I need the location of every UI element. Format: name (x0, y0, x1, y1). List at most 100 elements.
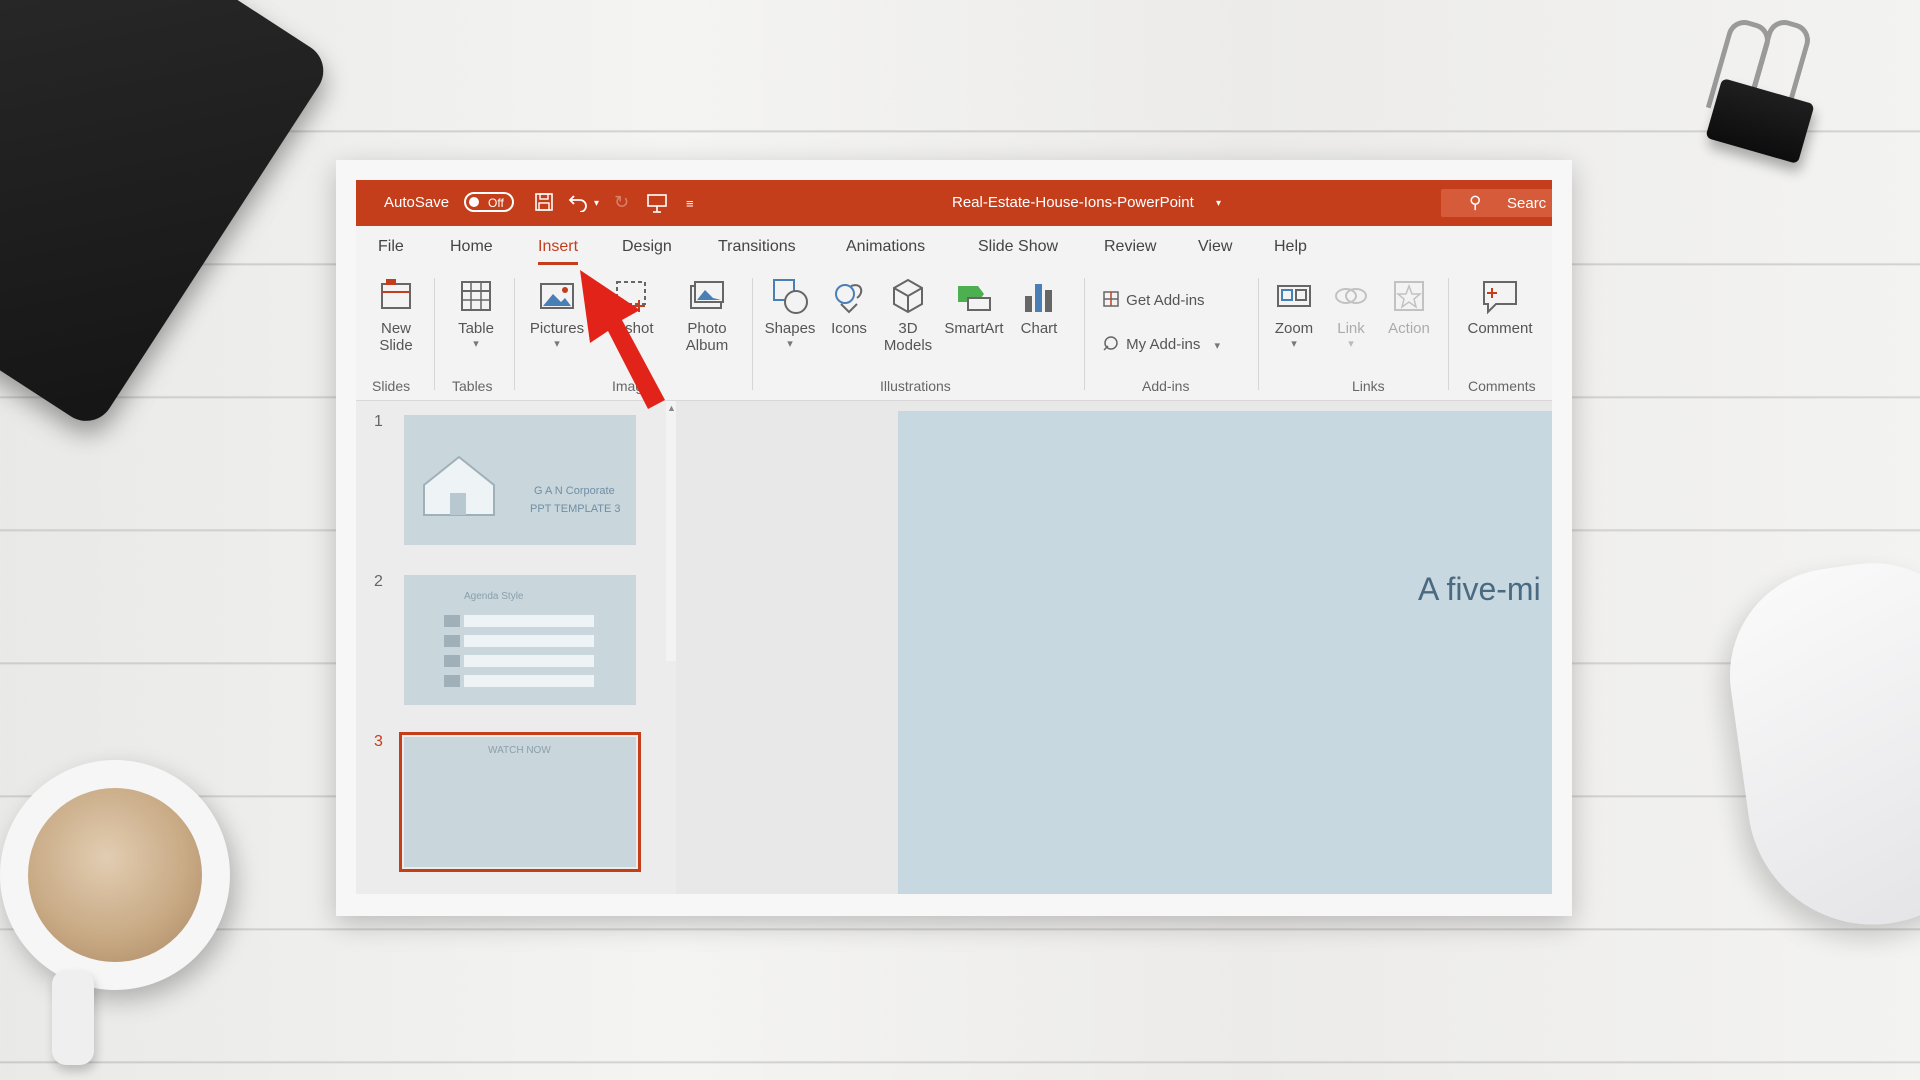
tab-insert[interactable]: Insert (538, 238, 579, 265)
tab-help[interactable]: Help (1274, 238, 1307, 256)
tab-design[interactable]: Design (622, 238, 672, 256)
chart-label: Chart (1020, 320, 1058, 337)
table-button[interactable]: Table ▾ (446, 276, 506, 350)
undo-dropdown-icon[interactable]: ▾ (594, 198, 599, 209)
shapes-icon (773, 279, 808, 314)
addins-icon (1102, 334, 1122, 356)
group-comments-label: Comments (1468, 378, 1536, 394)
shapes-button[interactable]: Shapes ▾ (760, 276, 820, 350)
my-addins-label: My Add-ins (1126, 335, 1201, 353)
autosave-label: AutoSave (384, 194, 450, 211)
save-icon[interactable] (534, 192, 554, 217)
slide-1-line-2: PPT TEMPLATE 3 (530, 503, 621, 515)
slide-thumbnail-3[interactable]: WATCH NOW (399, 732, 641, 872)
search-label: Searc (1507, 195, 1547, 212)
icons-button[interactable]: Icons (822, 276, 876, 337)
get-addins-label: Get Add-ins (1126, 291, 1205, 309)
tab-view[interactable]: View (1198, 238, 1232, 256)
comment-icon (1483, 281, 1517, 315)
zoom-icon (1277, 285, 1311, 307)
chevron-down-icon: ▾ (1291, 338, 1297, 350)
autosave-state: Off (488, 196, 504, 210)
title-bar: AutoSave Off ▾ ↻ ≡ Real-Estate-House-Ion… (356, 180, 1552, 226)
slide-canvas[interactable]: A five-mi (898, 411, 1552, 894)
search-box[interactable]: ⚲ Searc (1441, 189, 1552, 217)
icons-icon (835, 284, 863, 314)
tab-review[interactable]: Review (1104, 238, 1156, 256)
chart-button[interactable]: Chart (1012, 276, 1066, 337)
smartart-button[interactable]: SmartArt (938, 276, 1010, 337)
coffee-cup (0, 760, 230, 1065)
screen-printout: AutoSave Off ▾ ↻ ≡ Real-Estate-House-Ion… (336, 160, 1572, 916)
customize-qat-icon[interactable]: ≡ (686, 196, 694, 211)
group-addins-label: Add-ins (1142, 378, 1190, 394)
link-icon (1335, 288, 1367, 304)
smartart-icon (958, 286, 991, 311)
tablet-device (0, 0, 335, 432)
slide-thumbnail-1[interactable]: G A N Corporate PPT TEMPLATE 3 (404, 415, 636, 545)
table-icon (461, 281, 491, 311)
title-dropdown-icon[interactable]: ▾ (1216, 198, 1221, 209)
chevron-down-icon: ▾ (787, 338, 793, 350)
present-icon[interactable] (646, 192, 668, 219)
new-slide-label: New Slide (379, 320, 413, 354)
group-links-label: Links (1352, 378, 1385, 394)
3d-models-button[interactable]: 3D Models (878, 276, 938, 354)
tab-home[interactable]: Home (450, 238, 493, 256)
ribbon-insert: New Slide Slides Table ▾ Tables Pictures… (356, 268, 1552, 401)
zoom-button[interactable]: Zoom ▾ (1266, 276, 1322, 350)
chevron-down-icon: ▾ (473, 338, 479, 350)
tab-animations[interactable]: Animations (846, 238, 925, 256)
new-slide-button[interactable]: New Slide (366, 276, 426, 354)
house-icon (423, 455, 495, 516)
chevron-down-icon: ▾ (1214, 339, 1221, 352)
store-icon (1102, 290, 1122, 312)
red-pointer-arrow-icon (580, 270, 665, 409)
link-button: Link ▾ (1326, 276, 1376, 350)
star-icon (1394, 281, 1424, 311)
agenda-list-graphic (444, 615, 594, 687)
slide-text[interactable]: A five-mi (1418, 571, 1541, 608)
chart-icon (1025, 284, 1052, 312)
slide-number: 2 (374, 573, 383, 590)
shapes-label: Shapes (764, 320, 816, 337)
new-slide-icon (381, 279, 411, 309)
binder-clip (1700, 15, 1820, 170)
tab-transitions[interactable]: Transitions (718, 238, 796, 256)
tab-file[interactable]: File (378, 238, 404, 256)
table-label: Table (458, 320, 494, 337)
icons-label: Icons (831, 320, 867, 337)
slide-number: 3 (374, 733, 383, 750)
3d-models-label: 3D Models (883, 320, 933, 354)
zoom-label: Zoom (1274, 320, 1314, 337)
tab-slide-show[interactable]: Slide Show (978, 238, 1058, 256)
group-slides-label: Slides (372, 378, 411, 394)
comment-label: Comment (1467, 320, 1533, 337)
ribbon-tabs: File Home Insert Design Transitions Anim… (356, 226, 1552, 268)
undo-icon[interactable] (568, 192, 590, 217)
cube-icon (893, 278, 923, 314)
toggle-knob (469, 197, 479, 207)
comment-button[interactable]: Comment (1458, 276, 1542, 337)
chevron-down-icon: ▾ (1348, 338, 1354, 350)
link-label: Link (1337, 320, 1365, 337)
get-addins-button[interactable]: Get Add-ins (1102, 290, 1205, 312)
photo-album-icon (690, 281, 724, 309)
slide-3-title: WATCH NOW (488, 745, 551, 756)
computer-mouse (1716, 549, 1920, 941)
smartart-label: SmartArt (944, 320, 1004, 337)
action-button: Action (1382, 276, 1436, 337)
document-title: Real-Estate-House-Ions-PowerPoint (952, 194, 1194, 211)
search-icon: ⚲ (1469, 193, 1482, 212)
slide-thumbnail-2[interactable]: Agenda Style (404, 575, 636, 705)
slide-1-line-1: G A N Corporate (534, 485, 615, 497)
slide-editing-area: A five-mi (676, 401, 1552, 894)
group-tables-label: Tables (452, 378, 493, 394)
action-label: Action (1388, 320, 1430, 337)
slide-thumbnail-panel: 1 G A N Corporate PPT TEMPLATE 3 2 Agend… (356, 401, 676, 894)
autosave-toggle[interactable]: Off (464, 192, 514, 212)
powerpoint-window: AutoSave Off ▾ ↻ ≡ Real-Estate-House-Ion… (356, 180, 1552, 894)
slide-number: 1 (374, 413, 383, 430)
my-addins-button[interactable]: My Add-ins ▾ (1102, 334, 1220, 356)
thumbnail-scrollbar[interactable]: ▲ (666, 401, 676, 661)
